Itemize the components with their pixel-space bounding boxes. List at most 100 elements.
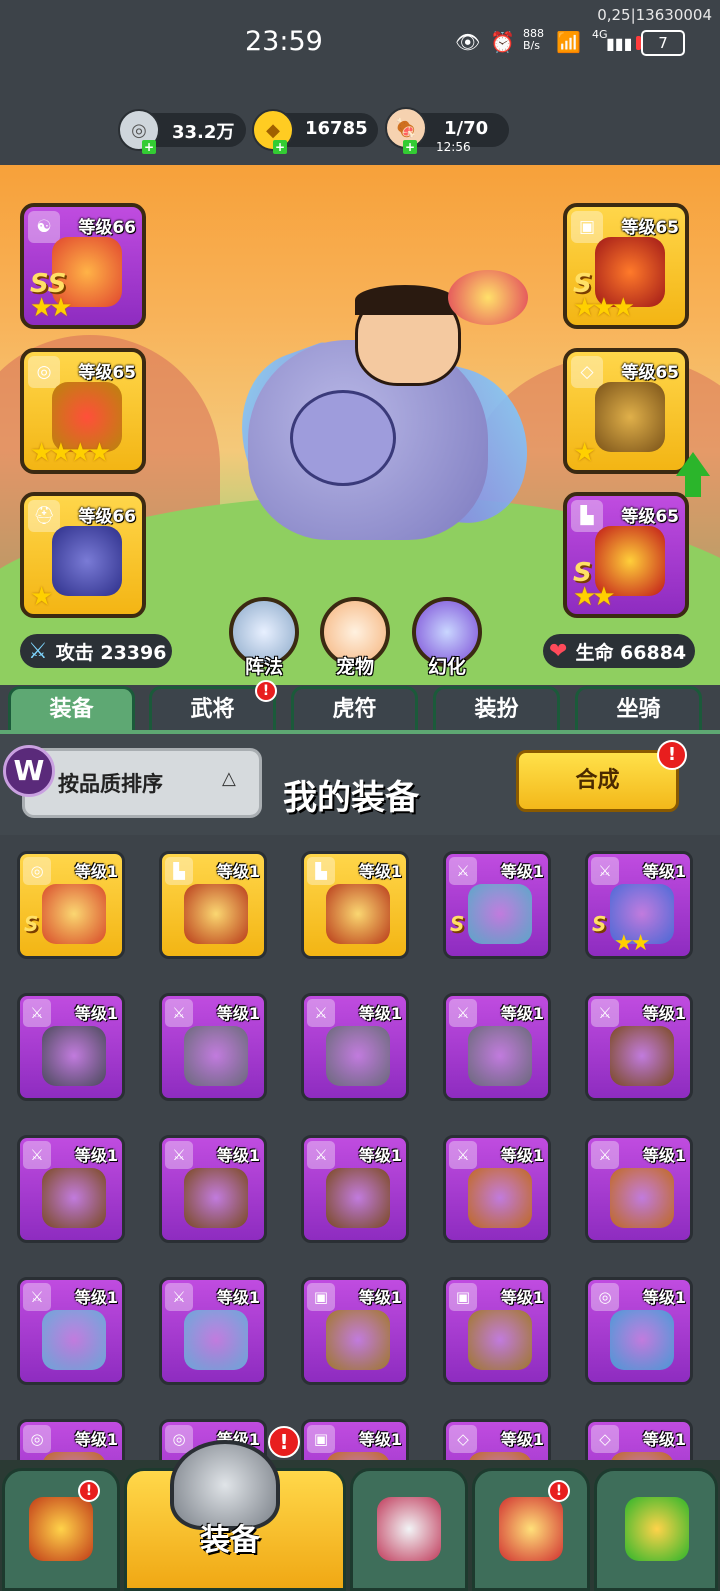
item-level: 等级1	[642, 1004, 686, 1023]
gold-value: 16785	[305, 118, 368, 139]
eye-icon: 👁	[455, 30, 481, 54]
tab-equipment[interactable]: 装备	[8, 686, 135, 730]
city-alert-badge: !	[78, 1480, 100, 1502]
helmet-item-icon	[52, 526, 122, 596]
transform-label: 幻化	[427, 656, 466, 678]
item-level: 等级1	[358, 862, 402, 881]
item-type-icon: ▣	[449, 1283, 477, 1311]
item-level: 等级1	[216, 862, 260, 881]
armor-icon: ▣	[571, 211, 603, 243]
upgrade-arrow-icon[interactable]	[676, 452, 710, 476]
item-type-icon: ▣	[307, 1425, 335, 1453]
item-icon	[326, 1168, 390, 1228]
item-type-icon: ⚔	[23, 1283, 51, 1311]
token-icon: ◇	[571, 356, 603, 388]
item-type-icon: ⚔	[591, 857, 619, 885]
nav-upgrade-button[interactable]	[594, 1468, 718, 1591]
inventory-item[interactable]: ⚔ 等级1	[443, 993, 551, 1101]
item-icon	[326, 884, 390, 944]
item-type-icon: ◎	[23, 1425, 51, 1453]
inventory-item[interactable]: ⚔ 等级1	[159, 993, 267, 1101]
item-level: 等级1	[74, 1430, 118, 1449]
item-icon	[42, 1310, 106, 1370]
item-type-icon: ⚔	[591, 999, 619, 1027]
inventory-item[interactable]: ⚔ 等级1	[301, 993, 409, 1101]
inventory-item[interactable]: ⚔ 等级1	[301, 1135, 409, 1243]
item-type-icon: ⚔	[449, 999, 477, 1027]
item-level: 等级1	[358, 1146, 402, 1165]
item-level: 等级1	[74, 1288, 118, 1307]
sword-icon: ⚔	[28, 638, 48, 664]
inventory-item[interactable]: ⚔ 等级1	[585, 993, 693, 1101]
equip-slot-necklace[interactable]: ◎ 等级65 ★★★★	[20, 348, 146, 474]
item-icon	[42, 884, 106, 944]
nav-arena-button[interactable]	[350, 1468, 468, 1591]
item-icon	[184, 884, 248, 944]
item-type-icon: ▣	[307, 1283, 335, 1311]
inventory-item[interactable]: ◎ 等级1 S	[17, 851, 125, 959]
tab-costume[interactable]: 装扮	[433, 686, 560, 730]
item-type-icon: ⚔	[165, 1141, 193, 1169]
net-speed: 888 B/s	[523, 27, 544, 52]
item-icon	[184, 1310, 248, 1370]
w-logo: W	[3, 745, 55, 797]
tab-tiger-tally[interactable]: 虎符	[291, 686, 418, 730]
pet-label: 宠物	[335, 656, 374, 678]
item-type-icon: ⚔	[23, 1141, 51, 1169]
signal-icon: ▮▮▮	[606, 34, 633, 53]
equip-slot-boots[interactable]: ▙ 等级65 S ★★	[563, 492, 689, 618]
item-type-icon: ◇	[449, 1425, 477, 1453]
star-rating: ★	[573, 438, 596, 468]
nav-rank-button[interactable]	[472, 1468, 590, 1591]
stamina-timer: 12:56	[436, 140, 471, 154]
boot-icon: ▙	[571, 500, 603, 532]
battery-indicator: 7	[636, 30, 685, 56]
synthesize-button[interactable]: 合成	[516, 750, 679, 812]
inventory-item[interactable]: ⚔ 等级1	[159, 1277, 267, 1385]
item-level: 等级1	[642, 1288, 686, 1307]
item-type-icon: ⚔	[449, 857, 477, 885]
nav-city-button[interactable]	[2, 1468, 120, 1591]
inventory-item[interactable]: ▣ 等级1	[301, 1277, 409, 1385]
item-grade: S	[450, 912, 465, 936]
lotus-icon	[448, 270, 528, 325]
inventory-item[interactable]: ⚔ 等级1	[585, 1135, 693, 1243]
item-icon	[42, 1168, 106, 1228]
item-level: 等级1	[500, 1288, 544, 1307]
item-icon	[468, 1310, 532, 1370]
heart-icon: ❤	[549, 638, 568, 664]
add-silver-button[interactable]: +	[142, 140, 156, 154]
inventory-item[interactable]: ⚔ 等级1	[17, 1277, 125, 1385]
equip-slot-head-charm[interactable]: ☯ 等级66 SS ★★	[20, 203, 146, 329]
item-type-icon: ◎	[23, 857, 51, 885]
item-icon	[184, 1168, 248, 1228]
inventory-item[interactable]: ⚔ 等级1 S ★★	[585, 851, 693, 959]
add-stamina-button[interactable]: +	[403, 140, 417, 154]
inventory-item[interactable]: ▣ 等级1	[443, 1277, 551, 1385]
inventory-item[interactable]: ⚔ 等级1	[443, 1135, 551, 1243]
inventory-item[interactable]: ◎ 等级1	[585, 1277, 693, 1385]
equip-slot-token[interactable]: ◇ 等级65 ★	[563, 348, 689, 474]
item-level: 等级1	[642, 1146, 686, 1165]
inventory-item[interactable]: ⚔ 等级1 S	[443, 851, 551, 959]
item-level: 等级1	[74, 862, 118, 881]
item-level: 等级1	[500, 862, 544, 881]
formation-label: 阵法	[244, 656, 283, 678]
inventory-item[interactable]: ⚔ 等级1	[17, 1135, 125, 1243]
item-level: 等级1	[642, 1430, 686, 1449]
item-icon	[468, 884, 532, 944]
add-gold-button[interactable]: +	[273, 140, 287, 154]
item-level: 等级1	[358, 1288, 402, 1307]
city-gate-icon	[29, 1497, 93, 1561]
inventory-item[interactable]: ⚔ 等级1	[159, 1135, 267, 1243]
inventory-item[interactable]: ⚔ 等级1	[17, 993, 125, 1101]
item-icon	[610, 1026, 674, 1086]
item-type-icon: ⚔	[165, 999, 193, 1027]
medal-icon: ◎	[28, 356, 60, 388]
tab-mount[interactable]: 坐骑	[575, 686, 702, 730]
item-type-icon: ◇	[591, 1425, 619, 1453]
equip-slot-armor[interactable]: ▣ 等级65 S ★★★	[563, 203, 689, 329]
equip-slot-helmet[interactable]: ⛑ 等级66 ★	[20, 492, 146, 618]
inventory-item[interactable]: ▙ 等级1	[301, 851, 409, 959]
inventory-item[interactable]: ▙ 等级1	[159, 851, 267, 959]
